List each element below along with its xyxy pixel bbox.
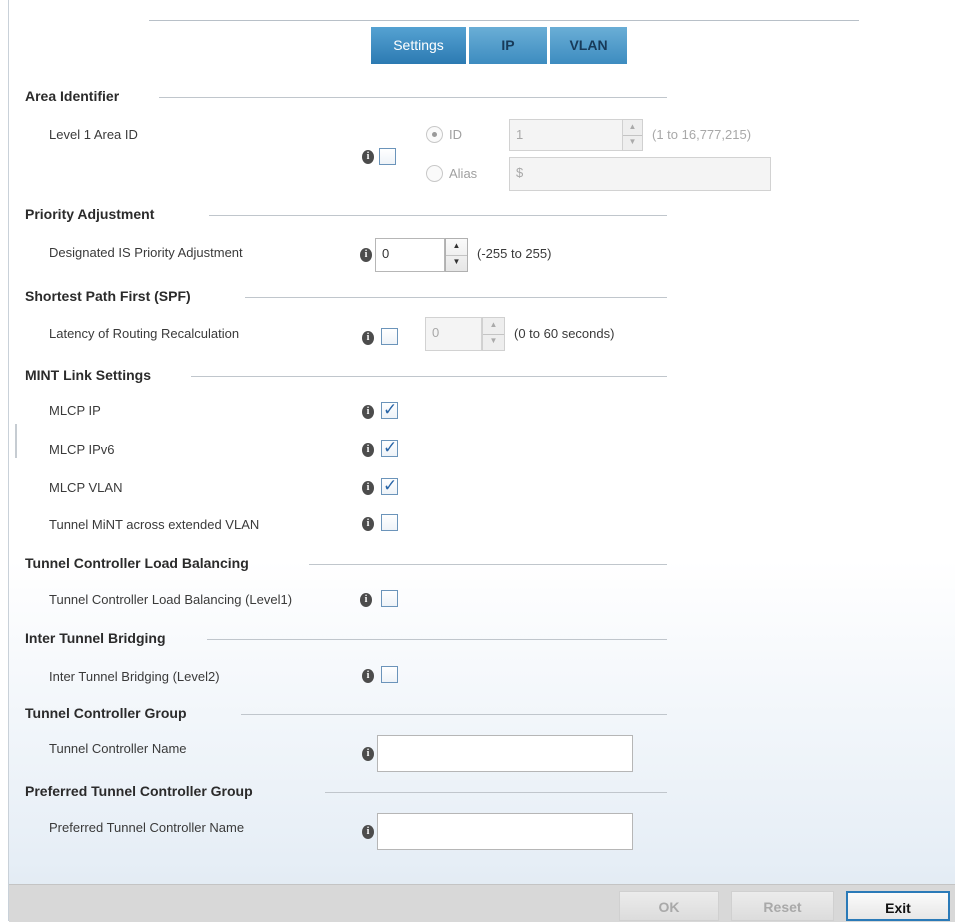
checkmark-icon: ✓ (383, 438, 398, 458)
info-icon[interactable]: i (360, 248, 372, 262)
tunnel-mint-label: Tunnel MiNT across extended VLAN (49, 517, 260, 532)
area-id-range: (1 to 16,777,215) (652, 127, 752, 142)
top-divider (149, 20, 859, 21)
priority-adjustment-label: Designated IS Priority Adjustment (49, 245, 243, 260)
mlcp-ipv6-label: MLCP IPv6 (49, 442, 115, 457)
spin-up-icon[interactable]: ▲ (483, 318, 504, 335)
mint-settings-panel: Settings IP VLAN Area Identifier Level 1… (8, 0, 955, 922)
priority-adjustment-input[interactable]: 0 (375, 238, 445, 272)
radio-id[interactable] (426, 126, 443, 143)
radio-id-label: ID (449, 127, 462, 142)
alias-input[interactable]: $ (509, 157, 771, 191)
section-divider (241, 714, 667, 715)
mlcp-vlan-checkbox[interactable]: ✓ (381, 476, 398, 496)
mint-link-title: MINT Link Settings (25, 367, 151, 383)
radio-alias[interactable] (426, 165, 443, 182)
mlcp-vlan-label: MLCP VLAN (49, 480, 123, 495)
info-icon[interactable]: i (362, 747, 374, 761)
priority-spinner[interactable]: ▲ ▼ (445, 238, 468, 272)
controller-name-label: Tunnel Controller Name (49, 741, 187, 756)
info-icon[interactable]: i (362, 517, 374, 531)
mlcp-ip-checkbox[interactable]: ✓ (381, 400, 398, 420)
tunnel-mint-checkbox[interactable] (381, 514, 398, 531)
tab-ip[interactable]: IP (469, 27, 547, 64)
spf-latency-label: Latency of Routing Recalculation (49, 326, 240, 341)
section-divider (245, 297, 667, 298)
spf-latency-input[interactable]: 0 (425, 317, 482, 351)
level1-area-id-label: Level 1 Area ID (49, 127, 138, 142)
section-divider (207, 639, 667, 640)
inter-tunnel-label: Inter Tunnel Bridging (Level2) (49, 669, 220, 684)
preferred-controller-name-input[interactable] (377, 813, 633, 850)
mlcp-ipv6-checkbox[interactable]: ✓ (381, 438, 398, 458)
exit-button[interactable]: Exit (846, 891, 950, 921)
preferred-group-title: Preferred Tunnel Controller Group (25, 783, 253, 799)
radio-selected-dot (432, 132, 437, 137)
checkmark-icon: ✓ (383, 476, 398, 496)
load-balancing-label: Tunnel Controller Load Balancing (Level1… (49, 592, 293, 607)
footer-bar: OK Reset Exit (9, 884, 955, 922)
spin-down-icon[interactable]: ▼ (483, 334, 504, 350)
left-edge-marker (15, 424, 17, 458)
preferred-controller-name-label: Preferred Tunnel Controller Name (49, 820, 245, 835)
spf-spinner[interactable]: ▲ ▼ (482, 317, 505, 351)
mlcp-ip-label: MLCP IP (49, 403, 101, 418)
load-balancing-title: Tunnel Controller Load Balancing (25, 555, 249, 571)
radio-alias-label: Alias (449, 166, 478, 181)
spf-range: (0 to 60 seconds) (514, 326, 615, 341)
controller-name-input[interactable] (377, 735, 633, 772)
info-icon[interactable]: i (362, 150, 374, 164)
area-id-spinner[interactable]: ▲ ▼ (622, 119, 643, 151)
area-id-input[interactable]: 1 (509, 119, 623, 151)
ok-button[interactable]: OK (619, 891, 719, 921)
info-icon[interactable]: i (362, 405, 374, 419)
tab-settings[interactable]: Settings (371, 27, 466, 64)
controller-group-title: Tunnel Controller Group (25, 705, 187, 721)
spin-down-icon[interactable]: ▼ (446, 255, 467, 271)
area-id-checkbox[interactable] (379, 148, 396, 165)
info-icon[interactable]: i (360, 593, 372, 607)
info-icon[interactable]: i (362, 443, 374, 457)
priority-adjustment-title: Priority Adjustment (25, 206, 155, 222)
info-icon[interactable]: i (362, 669, 374, 683)
load-balancing-checkbox[interactable] (381, 590, 398, 607)
section-divider (159, 97, 667, 98)
spin-down-icon[interactable]: ▼ (623, 135, 642, 150)
spin-up-icon[interactable]: ▲ (446, 239, 467, 256)
reset-button[interactable]: Reset (731, 891, 834, 921)
info-icon[interactable]: i (362, 481, 374, 495)
section-divider (325, 792, 667, 793)
spin-up-icon[interactable]: ▲ (623, 120, 642, 136)
spf-checkbox[interactable] (381, 328, 398, 345)
inter-tunnel-checkbox[interactable] (381, 666, 398, 683)
inter-tunnel-title: Inter Tunnel Bridging (25, 630, 166, 646)
section-divider (309, 564, 667, 565)
info-icon[interactable]: i (362, 331, 374, 345)
tab-vlan[interactable]: VLAN (550, 27, 627, 64)
checkmark-icon: ✓ (383, 400, 398, 420)
section-divider (209, 215, 667, 216)
area-identifier-title: Area Identifier (25, 88, 120, 104)
info-icon[interactable]: i (362, 825, 374, 839)
section-divider (191, 376, 667, 377)
spf-title: Shortest Path First (SPF) (25, 288, 191, 304)
priority-range: (-255 to 255) (477, 246, 552, 261)
